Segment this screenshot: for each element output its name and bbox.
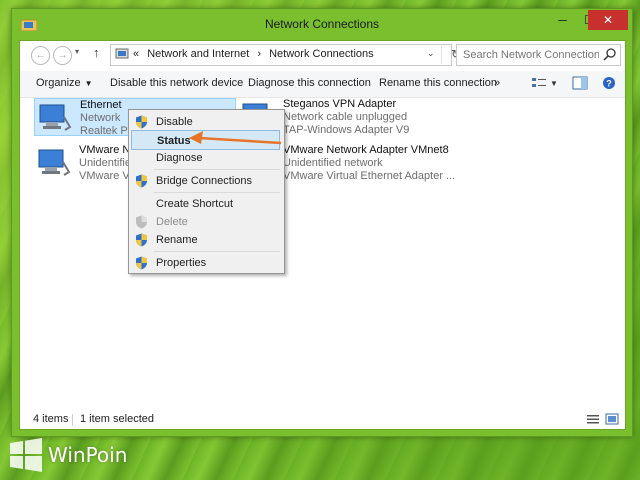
path-overflow[interactable]: « bbox=[133, 48, 139, 60]
close-button[interactable]: ✕ bbox=[588, 10, 628, 30]
window-title: Network Connections bbox=[264, 17, 380, 31]
explorer-client: ← → ▾ ↑ « Network and Internet › Network… bbox=[19, 40, 626, 430]
item-count: 4 items bbox=[33, 413, 69, 425]
breadcrumb-separator[interactable]: › bbox=[257, 48, 261, 60]
breadcrumb-network-connections[interactable]: Network Connections bbox=[269, 48, 374, 60]
network-adapter-icon bbox=[39, 104, 72, 131]
watermark: WinPoin bbox=[8, 437, 133, 473]
explorer-window: Network Connections ─ ☐ ✕ ← → ▾ ↑ « Netw… bbox=[11, 8, 633, 437]
recent-locations-dropdown[interactable]: ▾ bbox=[75, 47, 79, 56]
shield-icon bbox=[136, 215, 147, 229]
connection-status: Unidentified network bbox=[283, 157, 383, 169]
menu-item-delete: Delete bbox=[131, 212, 280, 232]
minimize-button[interactable]: ─ bbox=[549, 10, 576, 30]
menu-label: Delete bbox=[156, 216, 188, 228]
network-connections-icon bbox=[115, 48, 129, 59]
forward-button[interactable]: → bbox=[53, 46, 72, 65]
title-bar[interactable]: Network Connections ─ ☐ ✕ bbox=[12, 9, 632, 40]
connection-status: Network cable unplugged bbox=[283, 111, 408, 123]
address-bar: ← → ▾ ↑ « Network and Internet › Network… bbox=[20, 41, 625, 71]
command-bar: Organize ▼ Disable this network device Di… bbox=[20, 71, 625, 98]
search-icon[interactable] bbox=[603, 47, 617, 61]
up-button[interactable]: ↑ bbox=[93, 45, 100, 60]
rename-connection-button[interactable]: Rename this connection bbox=[379, 77, 497, 89]
connection-name: Steganos VPN Adapter bbox=[283, 98, 397, 110]
organize-menu[interactable]: Organize ▼ bbox=[36, 77, 93, 89]
shield-icon bbox=[136, 256, 147, 270]
connections-list: Ethernet Network Realtek PCIe Steganos V… bbox=[20, 98, 625, 412]
breadcrumb-network-and-internet[interactable]: Network and Internet bbox=[147, 48, 249, 60]
view-dropdown[interactable]: ▼ bbox=[550, 79, 558, 88]
change-view-icon[interactable] bbox=[531, 76, 547, 90]
path-box[interactable]: « Network and Internet › Network Connect… bbox=[110, 44, 461, 66]
back-button[interactable]: ← bbox=[31, 46, 50, 65]
connection-name: VMware Network Adapter VMnet8 bbox=[283, 144, 449, 156]
caret-down-icon: ▼ bbox=[84, 79, 93, 88]
more-commands-button[interactable]: » bbox=[494, 77, 500, 89]
svg-text:?: ? bbox=[606, 79, 612, 89]
menu-item-create-shortcut[interactable]: Create Shortcut bbox=[131, 194, 280, 214]
annotation-arrow-icon bbox=[189, 131, 282, 145]
menu-label: Bridge Connections bbox=[156, 175, 253, 187]
path-divider bbox=[441, 46, 442, 64]
network-adapter-icon bbox=[38, 149, 71, 176]
preview-pane-icon[interactable] bbox=[572, 76, 588, 90]
connection-name: Ethernet bbox=[80, 99, 122, 111]
selection-count: 1 item selected bbox=[80, 413, 154, 425]
status-divider bbox=[72, 414, 73, 426]
connection-status: Network bbox=[80, 112, 121, 124]
menu-label: Rename bbox=[156, 234, 198, 246]
shield-icon bbox=[136, 174, 147, 188]
menu-item-diagnose[interactable]: Diagnose bbox=[131, 148, 280, 168]
shield-icon bbox=[136, 115, 147, 129]
watermark-text: WinPoin bbox=[48, 443, 128, 467]
menu-separator bbox=[154, 251, 280, 252]
details-view-icon[interactable] bbox=[586, 413, 600, 425]
shield-icon bbox=[136, 233, 147, 247]
menu-item-rename[interactable]: Rename bbox=[131, 230, 280, 250]
organize-label: Organize bbox=[36, 77, 81, 89]
status-bar: 4 items 1 item selected bbox=[20, 412, 625, 429]
path-dropdown[interactable]: ⌄ bbox=[427, 48, 435, 59]
disable-device-button[interactable]: Disable this network device bbox=[110, 77, 243, 89]
search-box[interactable] bbox=[456, 44, 621, 66]
menu-separator bbox=[154, 169, 280, 170]
menu-label: Create Shortcut bbox=[156, 198, 234, 210]
menu-label: Properties bbox=[156, 257, 207, 269]
search-input[interactable] bbox=[461, 47, 601, 63]
menu-item-properties[interactable]: Properties bbox=[131, 253, 280, 273]
large-icons-view-icon[interactable] bbox=[605, 413, 619, 425]
connection-device: VMware Virtual Ethernet Adapter ... bbox=[283, 170, 456, 182]
menu-separator bbox=[154, 192, 280, 193]
diagnose-connection-button[interactable]: Diagnose this connection bbox=[248, 77, 371, 89]
menu-item-bridge-connections[interactable]: Bridge Connections bbox=[131, 171, 280, 191]
connection-device: TAP-Windows Adapter V9 bbox=[283, 124, 410, 136]
menu-label: Diagnose bbox=[156, 152, 203, 164]
help-icon[interactable]: ? bbox=[601, 76, 617, 90]
windows-logo-icon bbox=[10, 438, 42, 472]
